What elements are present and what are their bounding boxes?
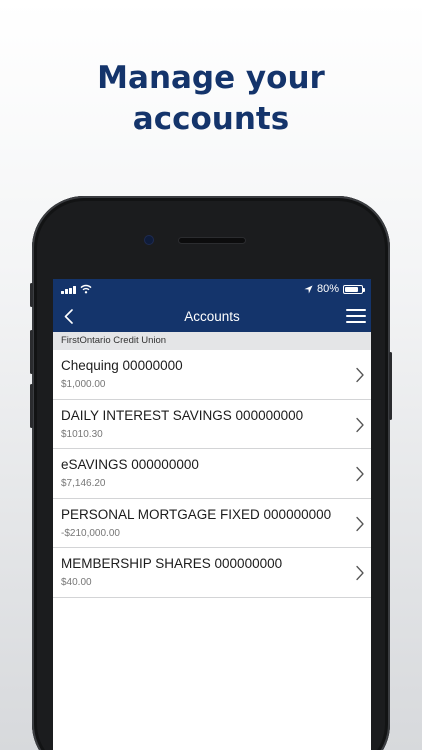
account-balance: $1,000.00 [61, 379, 106, 390]
account-row[interactable]: Chequing 00000000 $1,000.00 [53, 350, 371, 400]
account-name: DAILY INTEREST SAVINGS 000000000 [61, 407, 304, 423]
phone-screen: 80% Accounts FirstOntario Credit Union C… [53, 279, 371, 750]
account-balance: -$210,000.00 [61, 527, 120, 539]
signal-icon [61, 286, 76, 294]
headline: Manage your accounts [0, 58, 422, 140]
wifi-icon [80, 284, 92, 294]
headline-line-2: accounts [132, 101, 290, 137]
headline-line-1: Manage your [97, 60, 325, 96]
phone-power-button [389, 352, 392, 420]
hamburger-menu-icon[interactable] [346, 306, 366, 326]
location-arrow-icon [304, 284, 313, 294]
phone-side-button [30, 283, 33, 307]
account-row[interactable]: DAILY INTEREST SAVINGS 000000000 $1010.3… [53, 399, 371, 449]
nav-bar: Accounts [53, 300, 371, 332]
account-row[interactable]: PERSONAL MORTGAGE FIXED 000000000 -$210,… [53, 498, 371, 548]
account-balance: $7,146.20 [61, 478, 106, 489]
battery-percent: 80% [316, 283, 339, 295]
phone-volume-down-button [30, 384, 33, 428]
section-header: FirstOntario Credit Union [53, 332, 371, 350]
battery-icon [343, 284, 365, 294]
earpiece-speaker [179, 238, 245, 243]
chevron-right-icon [356, 417, 364, 432]
account-row[interactable]: MEMBERSHIP SHARES 000000000 $40.00 [53, 548, 371, 598]
chevron-right-icon [356, 367, 364, 383]
phone-volume-up-button [30, 330, 33, 374]
status-right: 80% [304, 283, 365, 295]
chevron-right-icon [356, 466, 364, 482]
status-bar: 80% [53, 279, 371, 300]
nav-title: Accounts [184, 308, 240, 324]
account-balance: $1010.30 [61, 428, 103, 440]
account-balance: $40.00 [61, 577, 92, 588]
back-button[interactable] [57, 305, 79, 327]
chevron-right-icon [356, 516, 364, 531]
account-row[interactable]: eSAVINGS 000000000 $7,146.20 [53, 449, 371, 499]
back-chevron-icon [64, 308, 73, 324]
account-name: eSAVINGS 000000000 [61, 457, 199, 472]
account-name: MEMBERSHIP SHARES 000000000 [61, 556, 283, 571]
front-camera [145, 236, 153, 244]
chevron-right-icon [356, 565, 364, 581]
account-name: PERSONAL MORTGAGE FIXED 000000000 [61, 506, 332, 522]
account-name: Chequing 00000000 [61, 358, 183, 373]
